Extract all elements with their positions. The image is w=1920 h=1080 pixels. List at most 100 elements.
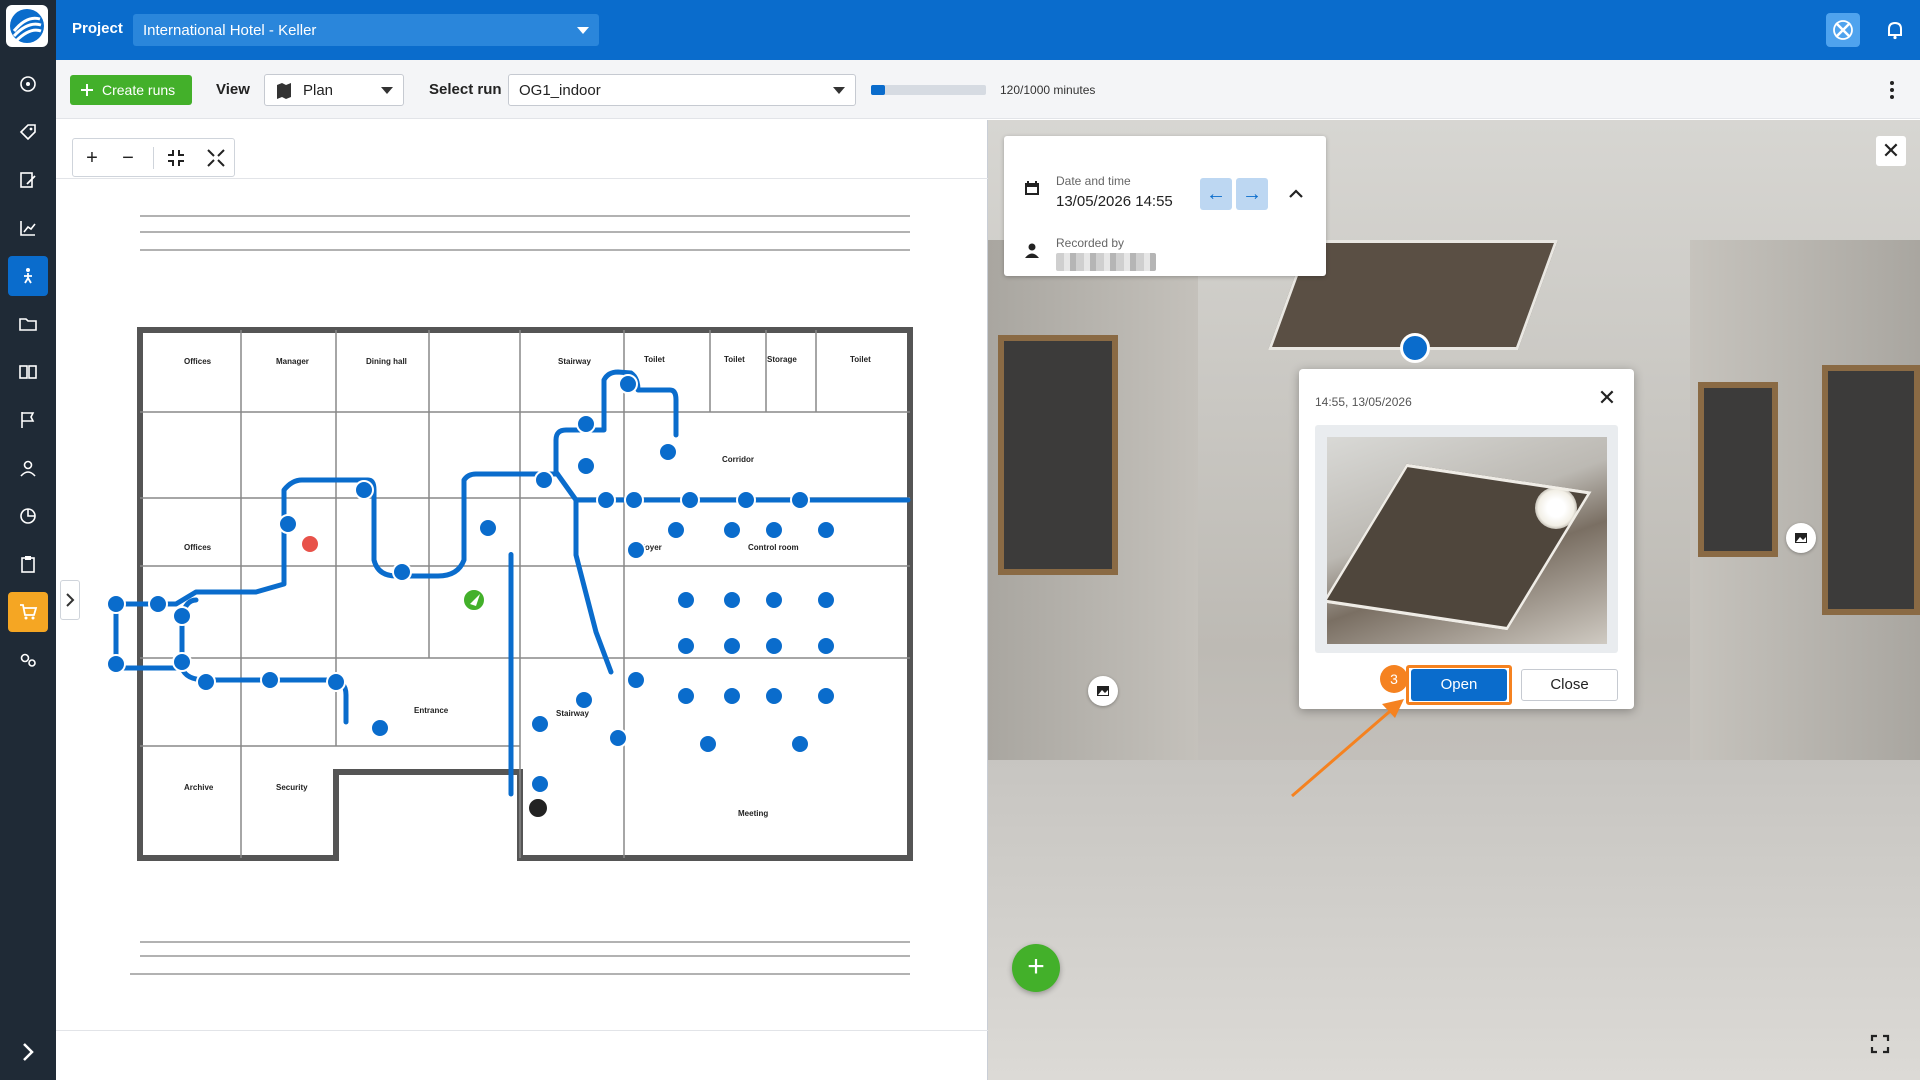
collapse-icon[interactable]: [205, 147, 227, 169]
zoom-out-icon[interactable]: −: [117, 147, 139, 169]
room-label: Toilet: [850, 355, 871, 364]
chevron-right-icon: [66, 593, 75, 607]
step-badge: 3: [1380, 665, 1408, 693]
bell-icon[interactable]: [1883, 18, 1907, 42]
pie-chart-icon[interactable]: [8, 496, 48, 536]
room-label: Corridor: [722, 455, 754, 464]
project-label: Project: [72, 20, 123, 37]
progress-text: 120/1000 minutes: [1000, 83, 1096, 97]
recorded-by-label: Recorded by: [1056, 236, 1125, 250]
progress-fill: [871, 85, 885, 95]
chevron-down-icon: [577, 27, 589, 34]
redacted-name: [1056, 253, 1156, 271]
plus-icon: [81, 84, 93, 96]
chevron-up-icon[interactable]: [1286, 184, 1306, 204]
photo-preview[interactable]: [1327, 437, 1607, 644]
clipboard-icon[interactable]: [8, 544, 48, 584]
image-marker-icon[interactable]: [1786, 523, 1816, 553]
create-runs-button[interactable]: Create runs: [70, 75, 192, 105]
window: [1698, 382, 1778, 557]
image-marker-icon[interactable]: [1088, 676, 1118, 706]
book-icon[interactable]: [8, 352, 48, 392]
photo-location-marker[interactable]: [1400, 333, 1430, 363]
plan-controls: + −: [72, 138, 235, 177]
panorama-viewer[interactable]: Date and time 13/05/2026 14:55 ← → Recor…: [988, 120, 1920, 1080]
select-run-label: Select run: [429, 81, 502, 98]
room-label: Entrance: [414, 706, 449, 715]
date-value: 13/05/2026 14:55: [1056, 193, 1173, 210]
calendar-icon: [1025, 181, 1039, 195]
close-button[interactable]: Close: [1521, 669, 1618, 701]
room-label: Meeting: [738, 809, 768, 818]
walking-route: [113, 369, 911, 797]
walk-icon[interactable]: [8, 256, 48, 296]
room-label: Archive: [184, 783, 214, 792]
expand-sidebar-icon[interactable]: [16, 1040, 40, 1064]
photo-timestamp: 14:55, 13/05/2026: [1315, 395, 1412, 409]
panel-toggle[interactable]: [60, 580, 80, 620]
floor-plan[interactable]: Offices Manager Dining hall Stairway Toi…: [56, 180, 988, 1030]
app-logo[interactable]: [6, 5, 48, 47]
fullscreen-icon[interactable]: [1868, 1032, 1892, 1056]
issue-marker[interactable]: [302, 536, 318, 552]
room-label: Stairway: [556, 709, 589, 718]
flag-icon[interactable]: [8, 400, 48, 440]
fit-screen-icon[interactable]: [165, 147, 187, 169]
minutes-progress-bar: [871, 85, 986, 95]
room-label: Offices: [184, 543, 212, 552]
route-markers[interactable]: [106, 374, 836, 819]
close-popup-icon[interactable]: ✕: [1596, 387, 1618, 409]
toolbar: Create runs View Plan Select run OG1_ind…: [56, 60, 1920, 119]
room-label: Control room: [748, 543, 799, 552]
room-label: Stairway: [558, 357, 591, 366]
run-select-value: OG1_indoor: [519, 82, 601, 99]
floor: [988, 760, 1920, 1080]
window: [1822, 365, 1920, 615]
room-label: Security: [276, 783, 308, 792]
previous-capture-button[interactable]: ←: [1200, 178, 1232, 210]
view-label: View: [216, 81, 250, 98]
cart-icon[interactable]: [8, 592, 48, 632]
view-select-value: Plan: [303, 82, 334, 99]
person-icon[interactable]: [8, 448, 48, 488]
map-icon: [277, 83, 291, 99]
folder-icon[interactable]: [8, 304, 48, 344]
add-button[interactable]: +: [1012, 944, 1060, 992]
settings-icon[interactable]: [8, 640, 48, 680]
date-label: Date and time: [1056, 174, 1131, 188]
person-icon: [1025, 243, 1039, 258]
divider: [56, 178, 988, 179]
sidebar: [0, 0, 56, 1080]
room-label: Storage: [767, 355, 797, 364]
create-runs-label: Create runs: [102, 82, 176, 98]
dashboard-icon[interactable]: [8, 64, 48, 104]
divider: [153, 147, 154, 169]
light-bulb: [1535, 487, 1577, 529]
close-panorama-button[interactable]: ✕: [1876, 136, 1906, 166]
more-options-icon[interactable]: [1880, 78, 1904, 102]
room-label: Offices: [184, 357, 212, 366]
tag-icon[interactable]: [8, 112, 48, 152]
room-label: Manager: [276, 357, 309, 366]
run-select[interactable]: OG1_indoor: [508, 74, 856, 106]
next-capture-button[interactable]: →: [1236, 178, 1268, 210]
project-select-value: International Hotel - Keller: [143, 22, 317, 39]
room-labels: Offices Manager Dining hall Stairway Toi…: [184, 355, 871, 818]
room-label: Toilet: [644, 355, 665, 364]
capture-info-card: Date and time 13/05/2026 14:55 ← → Recor…: [1004, 136, 1326, 276]
project-select[interactable]: International Hotel - Keller: [133, 14, 599, 46]
app-switcher-icon[interactable]: [1826, 13, 1860, 47]
chevron-down-icon: [381, 87, 393, 94]
window: [998, 335, 1118, 575]
chart-icon[interactable]: [8, 208, 48, 248]
finish-flag-icon[interactable]: [527, 797, 549, 819]
edit-document-icon[interactable]: [8, 160, 48, 200]
open-button[interactable]: Open: [1411, 669, 1507, 701]
top-bar: Project International Hotel - Keller: [56, 0, 1920, 60]
room-label: Dining hall: [366, 357, 407, 366]
photo-popup: 14:55, 13/05/2026 ✕ Open Close: [1299, 369, 1634, 709]
zoom-in-icon[interactable]: +: [81, 147, 103, 169]
divider: [56, 1030, 988, 1031]
view-select[interactable]: Plan: [264, 74, 404, 106]
chevron-down-icon: [833, 87, 845, 94]
